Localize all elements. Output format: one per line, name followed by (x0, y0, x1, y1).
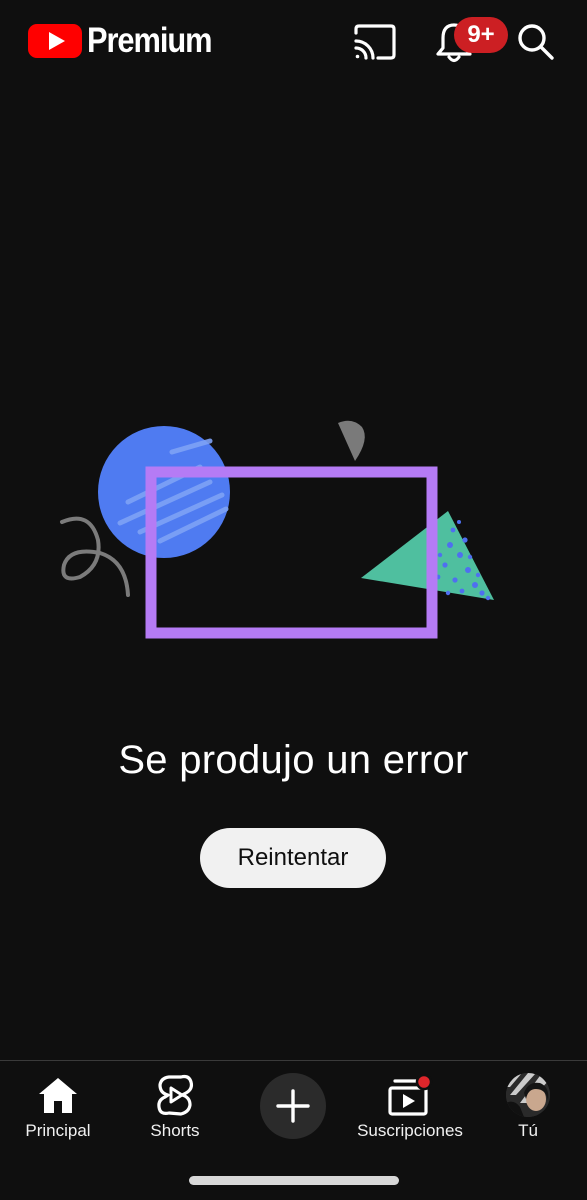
shorts-icon (151, 1071, 199, 1119)
nav-item-you[interactable]: Tú (468, 1071, 587, 1141)
home-icon (34, 1071, 82, 1119)
subscriptions-icon (386, 1071, 434, 1119)
grey-half-shape (338, 420, 365, 461)
search-icon (518, 24, 554, 60)
notification-count-badge: 9+ (454, 17, 508, 53)
avatar (506, 1073, 550, 1117)
youtube-logo-icon (28, 24, 82, 58)
plus-icon (276, 1089, 310, 1123)
error-title: Se produjo un error (118, 738, 469, 782)
brand-text: Premium (87, 21, 212, 60)
cast-button[interactable] (350, 20, 398, 64)
avatar-container (504, 1071, 552, 1119)
nav-item-shorts[interactable]: Shorts (115, 1071, 235, 1141)
create-button[interactable] (260, 1073, 326, 1139)
nav-label-subscriptions: Suscripciones (357, 1121, 463, 1140)
top-app-bar: Premium 9+ (0, 0, 587, 84)
nav-label-home: Principal (25, 1121, 91, 1140)
cast-icon (354, 24, 396, 60)
nav-item-home[interactable]: Principal (0, 1071, 118, 1141)
youtube-premium-logo[interactable]: Premium (28, 20, 228, 62)
nav-label-you: Tú (518, 1121, 538, 1140)
home-indicator (189, 1176, 399, 1185)
error-illustration (60, 420, 494, 639)
nav-item-subscriptions[interactable]: Suscripciones (350, 1071, 470, 1141)
search-button[interactable] (512, 18, 560, 66)
retry-button[interactable]: Reintentar (200, 828, 386, 888)
nav-label-shorts: Shorts (150, 1121, 200, 1140)
